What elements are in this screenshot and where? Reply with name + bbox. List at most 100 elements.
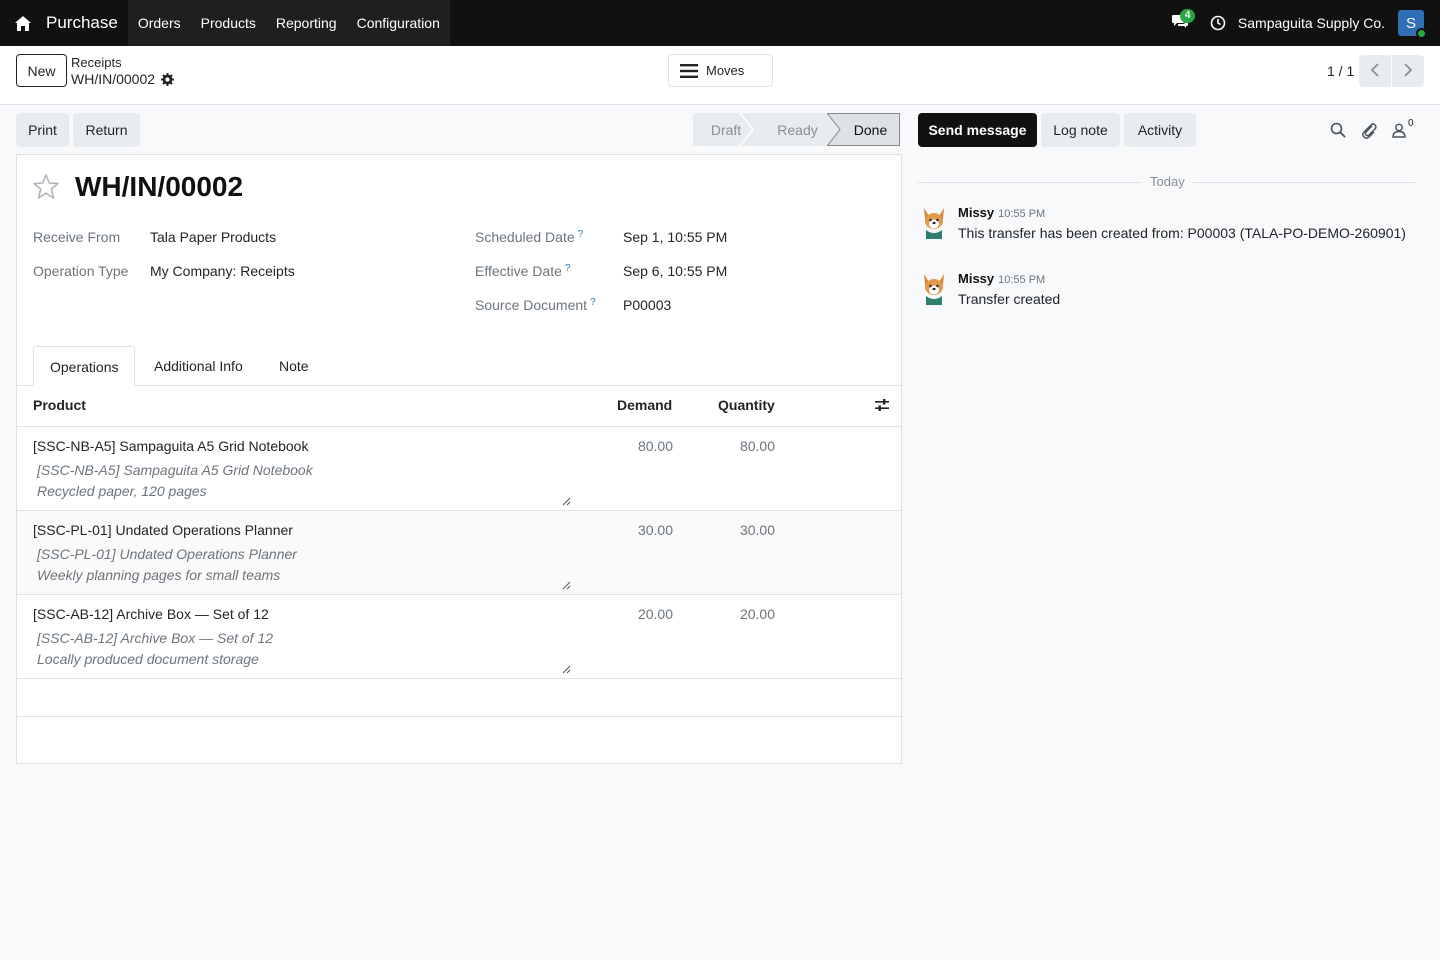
menu-configuration[interactable]: Configuration [347,0,450,46]
log-note-button[interactable]: Log note [1041,113,1120,147]
messaging-button[interactable]: 4 [1166,9,1196,37]
main-menu: Orders Products Reporting Configuration [127,0,450,46]
app-name[interactable]: Purchase [46,13,118,33]
star-icon[interactable] [33,174,59,202]
resize-handle-icon[interactable] [562,493,571,509]
new-button[interactable]: New [16,54,67,87]
table-header: Product Demand Quantity [17,386,901,427]
form-sheet: WH/IN/00002 Receive From Tala Paper Prod… [16,154,902,764]
help-tooltip-icon[interactable]: ? [578,229,584,240]
table-empty-row [17,679,901,717]
status-done[interactable]: Done [827,113,900,146]
product-name[interactable]: [SSC-PL-01] Undated Operations Planner [33,522,293,538]
author-name[interactable]: Missy [958,271,994,286]
send-message-button[interactable]: Send message [918,113,1037,147]
record-title[interactable]: WH/IN/00002 [75,171,243,203]
status-ready[interactable]: Ready [753,113,828,146]
scheduled-date-label: Scheduled Date? [475,229,583,245]
optional-columns-icon[interactable] [875,398,889,415]
product-description[interactable]: [SSC-AB-12] Archive Box — Set of 12 Loca… [37,628,273,670]
description-line: [SSC-NB-A5] Sampaguita A5 Grid Notebook [37,462,313,478]
followers-icon[interactable] [1388,119,1410,141]
product-name[interactable]: [SSC-AB-12] Archive Box — Set of 12 [33,606,269,622]
product-description[interactable]: [SSC-PL-01] Undated Operations Planner W… [37,544,297,586]
tab-note[interactable]: Note [263,346,325,386]
moves-label: Moves [706,63,745,78]
receive-from-value[interactable]: Tala Paper Products [150,229,276,245]
author-avatar[interactable] [921,272,947,306]
date-divider-line [1192,182,1416,183]
paperclip-icon[interactable] [1358,119,1380,141]
pager-previous-button[interactable] [1359,55,1391,87]
status-done-label: Done [853,121,888,138]
control-panel: New Receipts WH/IN/00002 Moves 1 / 1 [0,46,1440,105]
return-button[interactable]: Return [73,113,140,147]
follower-count: 0 [1408,118,1414,129]
status-bar: Draft Ready Done [693,113,900,146]
product-name[interactable]: [SSC-NB-A5] Sampaguita A5 Grid Notebook [33,438,308,454]
message-time: 10:55 PM [998,274,1046,286]
avatar-letter: S [1405,14,1416,32]
status-draft-label: Draft [710,121,742,138]
breadcrumb-receipts[interactable]: Receipts [71,55,122,70]
effective-date-label: Effective Date? [475,263,570,279]
resize-handle-icon[interactable] [562,577,571,593]
source-document-value[interactable]: P00003 [623,297,671,313]
effective-date-label-text: Effective Date [475,263,562,279]
scheduled-date-value[interactable]: Sep 1, 10:55 PM [623,229,727,245]
menu-products[interactable]: Products [191,0,266,46]
top-navbar: Purchase Orders Products Reporting Confi… [0,0,1440,46]
help-tooltip-icon[interactable]: ? [590,297,596,308]
date-divider-label: Today [1150,174,1185,189]
column-demand[interactable]: Demand [617,397,672,413]
date-divider-line [918,182,1141,183]
message-body: This transfer has been created from: P00… [958,225,1406,241]
activity-button[interactable]: Activity [1124,113,1196,147]
source-document-label: Source Document? [475,297,596,313]
author-name[interactable]: Missy [958,205,994,220]
activity-clock-icon[interactable] [1206,11,1230,35]
effective-date-value[interactable]: Sep 6, 10:55 PM [623,263,727,279]
receive-from-label: Receive From [33,229,121,245]
print-button[interactable]: Print [16,113,69,147]
table-row[interactable]: [SSC-NB-A5] Sampaguita A5 Grid Notebook … [17,427,901,511]
table-row[interactable]: [SSC-AB-12] Archive Box — Set of 12 [SSC… [17,595,901,679]
product-description[interactable]: [SSC-NB-A5] Sampaguita A5 Grid Notebook … [37,460,313,502]
description-line: [SSC-PL-01] Undated Operations Planner [37,546,297,562]
pager-value[interactable]: 1 / 1 [1327,63,1354,79]
menu-orders[interactable]: Orders [128,0,191,46]
home-icon[interactable] [0,0,46,46]
search-icon[interactable] [1327,119,1349,141]
column-quantity[interactable]: Quantity [718,397,775,413]
moves-smart-button[interactable]: Moves [668,54,773,87]
message-body: Transfer created [958,291,1061,307]
tab-additional-info[interactable]: Additional Info [138,346,259,386]
description-line: Recycled paper, 120 pages [37,483,207,499]
user-avatar[interactable]: S [1398,10,1427,39]
pager-next-button[interactable] [1392,55,1424,87]
gear-icon[interactable] [161,72,175,86]
demand-value: 30.00 [637,522,673,538]
resize-handle-icon[interactable] [562,661,571,677]
message-time: 10:55 PM [998,208,1046,220]
message-author: Missy 10:55 PM [958,271,1045,286]
table-row[interactable]: [SSC-PL-01] Undated Operations Planner [… [17,511,901,595]
breadcrumb-current: WH/IN/00002 [71,71,175,87]
column-product[interactable]: Product [33,397,86,413]
operation-type-label: Operation Type [33,263,129,279]
quantity-value[interactable]: 80.00 [740,438,775,454]
help-tooltip-icon[interactable]: ? [565,263,571,274]
breadcrumb-current-label: WH/IN/00002 [71,71,156,87]
menu-reporting[interactable]: Reporting [266,0,347,46]
status-draft[interactable]: Draft [693,113,754,146]
scheduled-date-label-text: Scheduled Date [475,229,575,245]
list-icon [680,63,698,78]
operation-type-value[interactable]: My Company: Receipts [150,263,295,279]
company-switcher[interactable]: Sampaguita Supply Co. [1238,15,1385,31]
status-arrow [827,113,841,146]
tab-operations[interactable]: Operations [33,346,136,387]
quantity-value[interactable]: 20.00 [740,606,775,622]
systray: 4 Sampaguita Supply Co. S [1166,0,1440,46]
quantity-value[interactable]: 30.00 [740,522,775,538]
author-avatar[interactable] [921,206,947,240]
